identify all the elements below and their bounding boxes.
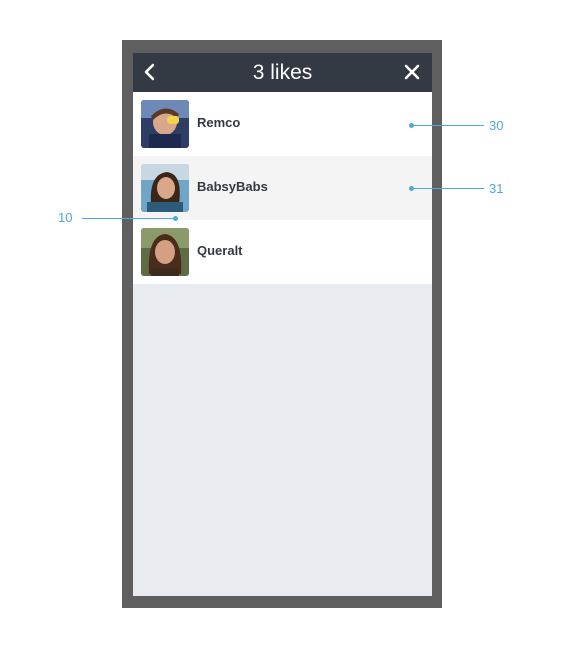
callout-label-31: 31 bbox=[489, 181, 504, 196]
avatar[interactable] bbox=[141, 164, 189, 212]
user-name: BabsyBabs bbox=[197, 179, 268, 194]
page-title: 3 likes bbox=[252, 61, 313, 84]
user-name: Queralt bbox=[197, 243, 243, 258]
avatar[interactable] bbox=[141, 100, 189, 148]
avatar[interactable] bbox=[141, 228, 189, 276]
back-button[interactable] bbox=[139, 60, 163, 84]
user-name: Remco bbox=[197, 115, 241, 130]
list-item-remco[interactable]: Remco bbox=[133, 92, 432, 156]
callout-line-10 bbox=[82, 218, 176, 219]
callout-line-30 bbox=[412, 125, 484, 126]
callout-dot-31 bbox=[409, 186, 414, 191]
list-item-babsybabs[interactable]: BabsyBabs bbox=[133, 156, 432, 220]
callout-label-10: 10 bbox=[58, 210, 73, 225]
callout-line-31 bbox=[412, 188, 484, 189]
likes-list: Remco BabsyBabs Queralt bbox=[133, 92, 432, 284]
likes-screen: 3 likes Remco BabsyBabs Queralt bbox=[133, 53, 432, 596]
header-bar: 3 likes bbox=[133, 53, 432, 92]
callout-dot-10 bbox=[173, 216, 178, 221]
callout-dot-30 bbox=[409, 123, 414, 128]
callout-label-30: 30 bbox=[489, 118, 504, 133]
chevron-left-icon bbox=[144, 63, 155, 81]
close-icon bbox=[404, 64, 420, 80]
close-button[interactable] bbox=[400, 60, 424, 84]
list-item-queralt[interactable]: Queralt bbox=[133, 220, 432, 284]
